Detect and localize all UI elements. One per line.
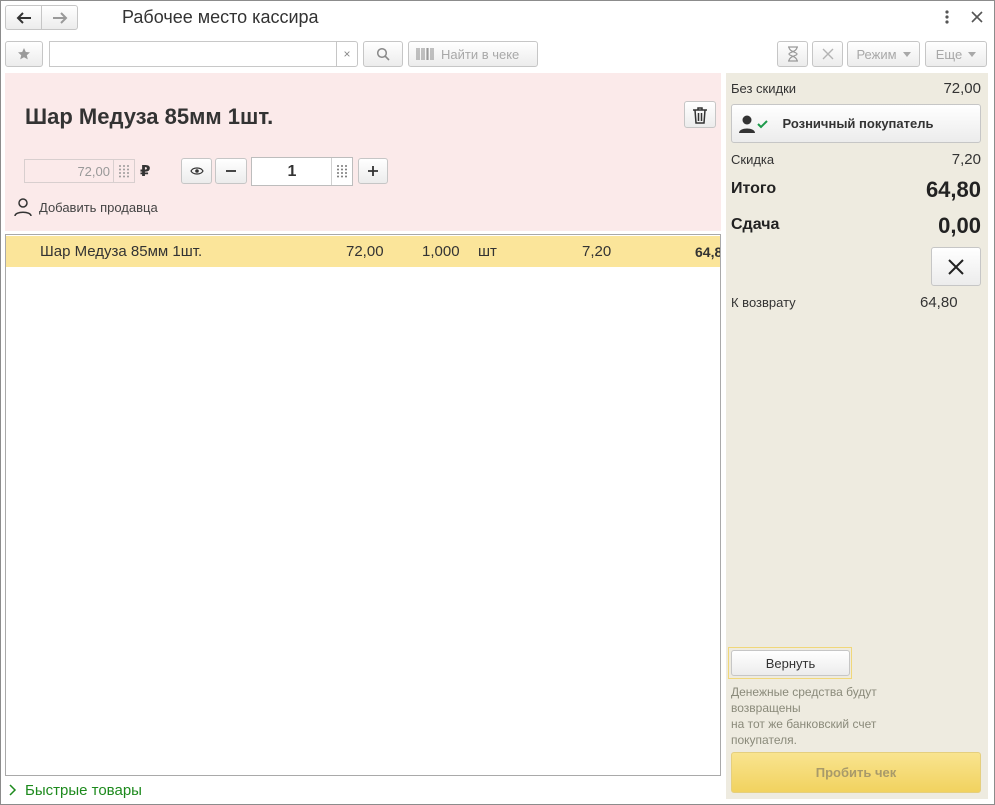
no-discount-label: Без скидки — [731, 81, 797, 96]
refund-note-line: Денежные средства будут — [731, 685, 877, 699]
search-icon — [376, 47, 390, 61]
quantity-field[interactable]: 1 — [251, 157, 353, 186]
chevron-down-icon — [902, 51, 911, 57]
current-item-title: Шар Медуза 85мм 1шт. — [25, 104, 274, 129]
mode-dropdown[interactable]: Режим — [847, 41, 920, 67]
discount-label: Скидка — [731, 152, 775, 167]
current-item-panel: Шар Медуза 85мм 1шт. 72,00 ₽ 1 Добавить … — [5, 73, 721, 231]
search-button[interactable] — [363, 41, 403, 67]
clear-payment-button[interactable] — [931, 247, 981, 286]
total-label: Итого — [731, 180, 777, 197]
find-in-receipt-label: Найти в чеке — [441, 46, 520, 62]
price-field[interactable]: 72,00 — [24, 159, 135, 183]
customer-button[interactable]: Розничный покупатель — [731, 104, 981, 143]
refund-note-line: возвращены — [731, 701, 801, 715]
add-seller-link[interactable]: Добавить продавца — [13, 196, 158, 218]
search-clear-button[interactable]: × — [336, 41, 358, 67]
window-title: Рабочее место кассира — [122, 7, 319, 27]
totals-panel: Без скидки 72,00 Розничный покупатель Ск… — [726, 73, 988, 799]
change-value: 0,00 — [938, 213, 981, 238]
cancel-icon — [822, 48, 833, 60]
user-icon — [14, 198, 32, 217]
print-receipt-label: Пробить чек — [815, 765, 897, 780]
back-button[interactable] — [5, 5, 42, 30]
customer-label: Розничный покупатель — [782, 116, 934, 131]
row-unit: шт — [478, 243, 497, 260]
refund-note: Денежные средства будут возвращены на то… — [731, 684, 877, 748]
currency-symbol: ₽ — [140, 163, 151, 180]
row-quantity: 1,000 — [422, 243, 460, 260]
refund-note-line: покупателя. — [731, 733, 797, 747]
keypad-icon[interactable] — [331, 158, 352, 185]
refund-value: 64,80 — [920, 294, 958, 311]
quick-goods-label: Быстрые товары — [25, 781, 142, 799]
show-item-button[interactable] — [181, 158, 212, 184]
increase-quantity-button[interactable] — [358, 158, 388, 184]
close-icon[interactable] — [970, 10, 984, 24]
favorite-button[interactable] — [5, 41, 43, 67]
arrow-right-icon — [52, 11, 67, 24]
price-value: 72,00 — [77, 164, 110, 179]
keypad-icon[interactable] — [113, 160, 134, 182]
user-check-icon — [739, 115, 768, 133]
return-button[interactable]: Вернуть — [731, 650, 850, 676]
plus-icon — [368, 166, 378, 176]
minus-icon — [226, 170, 236, 172]
refund-label: К возврату — [731, 295, 796, 310]
eye-icon — [189, 167, 204, 175]
row-discount: 7,20 — [582, 243, 612, 260]
mode-label: Режим — [856, 46, 897, 62]
discount-value: 7,20 — [951, 151, 981, 168]
find-in-receipt-button[interactable]: Найти в чеке — [408, 41, 538, 67]
quantity-value: 1 — [287, 163, 297, 180]
close-icon — [948, 258, 964, 275]
quick-goods-link[interactable]: Быстрые товары — [9, 780, 142, 800]
table-row[interactable]: Шар Медуза 85мм 1шт. 72,00 1,000 шт 7,20… — [6, 236, 720, 267]
receipt-table: Шар Медуза 85мм 1шт. 72,00 1,000 шт 7,20… — [5, 234, 721, 776]
print-receipt-button[interactable]: Пробить чек — [731, 752, 981, 793]
arrow-left-icon — [16, 11, 31, 24]
barcode-icon — [416, 48, 434, 60]
trash-icon — [693, 106, 707, 124]
row-name: Шар Медуза 85мм 1шт. — [40, 243, 203, 260]
hourglass-icon — [787, 46, 798, 62]
total-value: 64,80 — [925, 177, 981, 202]
no-discount-value: 72,00 — [943, 80, 981, 97]
row-sum: 64,80 — [695, 244, 720, 260]
more-label: Еще — [935, 46, 963, 62]
chevron-down-icon — [968, 51, 977, 57]
more-dropdown[interactable]: Еще — [925, 41, 987, 67]
vertical-dots-icon[interactable] — [940, 9, 954, 25]
refund-note-line: на тот же банковский счет — [731, 717, 877, 731]
delete-item-button[interactable] — [684, 101, 716, 128]
search-input[interactable] — [49, 41, 337, 67]
chevron-right-icon — [9, 784, 17, 796]
star-icon — [18, 48, 30, 60]
cancel-receipt-button[interactable] — [812, 41, 843, 67]
add-seller-label: Добавить продавца — [39, 199, 158, 215]
decrease-quantity-button[interactable] — [215, 158, 247, 184]
row-price: 72,00 — [346, 243, 384, 260]
postpone-button[interactable] — [777, 41, 808, 67]
return-label: Вернуть — [765, 655, 816, 671]
change-label: Сдача — [731, 216, 780, 233]
forward-button[interactable] — [41, 5, 78, 30]
